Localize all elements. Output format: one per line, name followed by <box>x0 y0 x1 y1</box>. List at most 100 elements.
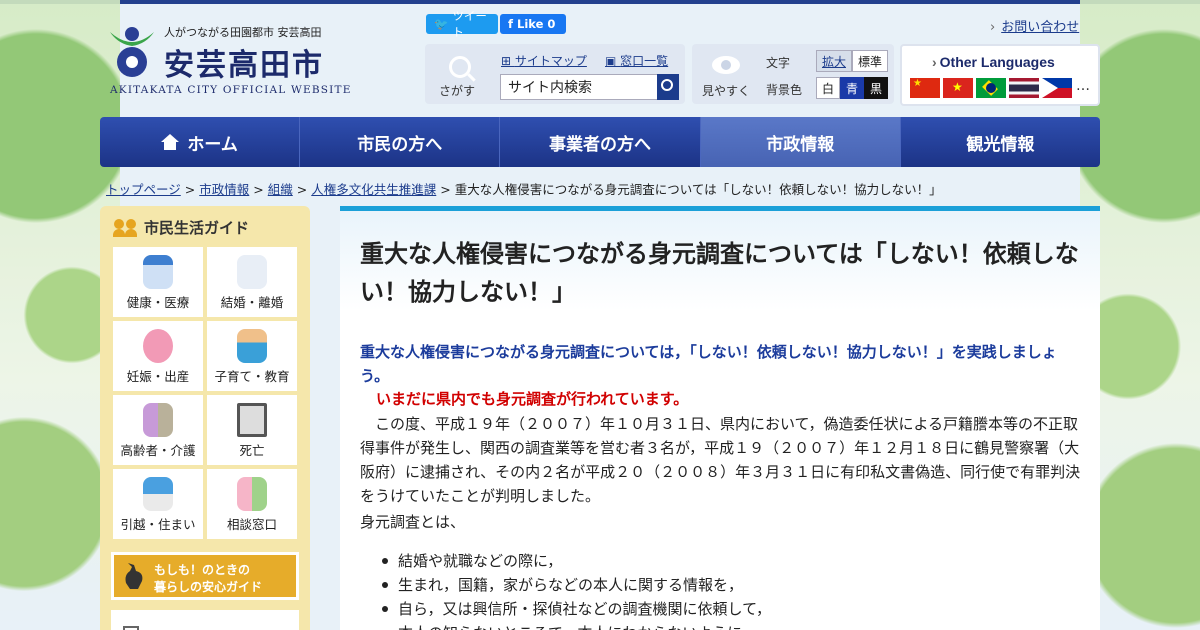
guide-death-label: 死亡 <box>239 443 265 458</box>
definition-label: 身元調査とは、 <box>360 513 466 531</box>
guide-consultation[interactable]: 相談窓口 <box>207 469 297 539</box>
body-paragraph: この度、平成１９年（２００７）年１０月３１日、県内において，偽造委任状による戸籍… <box>360 415 1081 505</box>
life-guide-heading-text: 市民生活ガイド <box>144 219 250 237</box>
breadcrumb-current: 重大な人権侵害につながる身元調査については「しない！依頼しない！協力しない！」 <box>454 182 942 197</box>
alert-text: いまだに県内でも身元調査が行われています。 <box>376 390 689 408</box>
background-color-label: 背景色 <box>766 83 803 97</box>
top-rule <box>0 0 1200 4</box>
twitter-icon: 🐦 <box>434 17 449 31</box>
guide-elderly-label: 高齢者・介護 <box>120 443 196 458</box>
bg-black-button[interactable]: 黒 <box>864 77 888 99</box>
emergency-guide-line2: 暮らしの安心ガイド <box>154 580 263 594</box>
main-content: 重大な人権侵害につながる身元調査については「しない！依頼しない！協力しない！」 … <box>340 206 1100 630</box>
facebook-icon: f <box>508 17 514 31</box>
list-item: 生まれ，国籍，家がらなどの本人に関する情報を， <box>380 573 1080 597</box>
list-item: 本人の知らないところで，本人にわからないように， <box>380 621 1080 630</box>
counter-label: 窓口一覧 <box>620 54 669 68</box>
emergency-guide-banner[interactable]: もしも！のときの 暮らしの安心ガイド <box>111 552 299 600</box>
facebook-like-button[interactable]: f Like 0 <box>500 14 566 34</box>
guide-health-label: 健康・医療 <box>126 295 190 310</box>
definition-list: 結婚や就職などの際に， 生まれ，国籍，家がらなどの本人に関する情報を， 自ら，又… <box>380 549 1080 630</box>
people-icon <box>113 218 138 237</box>
breadcrumb-separator: > <box>253 182 264 197</box>
guide-moving-label: 引越・住まい <box>120 517 196 532</box>
other-languages-panel: Other Languages … <box>900 44 1100 106</box>
life-guide-heading: 市民生活ガイド <box>113 217 250 238</box>
list-item: 結婚や就職などの際に， <box>380 549 1080 573</box>
breadcrumb-city-info[interactable]: 市政情報 <box>199 182 249 197</box>
global-nav: ホーム 市民の方へ 事業者の方へ 市政情報 観光情報 <box>100 117 1100 167</box>
child-playing-icon <box>237 329 267 363</box>
nav-home[interactable]: ホーム <box>100 117 301 167</box>
guide-marriage[interactable]: 結婚・離婚 <box>207 247 297 317</box>
text-standard-button[interactable]: 標準 <box>852 50 888 72</box>
guide-pregnancy-label: 妊娠・出産 <box>126 369 190 384</box>
nav-tourism[interactable]: 観光情報 <box>901 117 1100 167</box>
search-icon <box>449 56 471 78</box>
breadcrumb-top[interactable]: トップページ <box>106 182 181 197</box>
site-title-en: AKITAKATA CITY OFFICIAL WEBSITE <box>110 84 352 96</box>
guide-consultation-label: 相談窓口 <box>226 517 277 532</box>
elderly-couple-icon <box>143 403 173 437</box>
life-guide-grid: 健康・医療 結婚・離婚 妊娠・出産 子育て・教育 高齢者・介護 死亡 引越・住ま… <box>113 247 297 539</box>
nav-businesses[interactable]: 事業者の方へ <box>500 117 701 167</box>
tweet-button[interactable]: 🐦 ツイート <box>426 9 498 39</box>
sitemap-label: サイトマップ <box>514 54 587 68</box>
guide-pregnancy[interactable]: 妊娠・出産 <box>113 321 203 391</box>
nav-home-label: ホーム <box>187 134 238 155</box>
guide-death[interactable]: 死亡 <box>207 395 297 465</box>
guide-marriage-label: 結婚・離婚 <box>220 295 284 310</box>
guide-childcare[interactable]: 子育て・教育 <box>207 321 297 391</box>
list-item: 自ら，又は興信所・探偵社などの調査機関に依頼して， <box>380 597 1080 621</box>
document-icon <box>123 626 139 630</box>
text-expand-button[interactable]: 拡大 <box>816 50 852 72</box>
counter-list-link[interactable]: ▣ 窓口一覧 <box>605 52 668 69</box>
breadcrumb-separator: > <box>440 182 451 197</box>
contact-link[interactable]: お問い合わせ <box>990 16 1079 35</box>
site-logo[interactable]: 人がつながる田園都市 安芸高田 安芸高田市 AKITAKATA CITY OFF… <box>106 20 350 100</box>
text-size-label: 文字 <box>766 56 791 70</box>
emergency-guide-line1: もしも！のときの <box>154 563 251 577</box>
search-input[interactable] <box>500 74 658 100</box>
search-label: さがす <box>439 84 476 98</box>
guide-moving[interactable]: 引越・住まい <box>113 469 203 539</box>
search-panel: さがす ⊞ サイトマップ ▣ 窓口一覧 <box>425 44 685 104</box>
search-submit-button[interactable] <box>657 74 679 100</box>
vietnam-flag-icon[interactable] <box>943 78 973 98</box>
lead-text: 重大な人権侵害につながる身元調査については，「しない！依頼しない！協力しない！」… <box>360 343 1057 385</box>
other-languages-link[interactable]: Other Languages <box>932 54 1055 70</box>
consultation-icon <box>237 477 267 511</box>
philippines-flag-icon[interactable] <box>1042 78 1072 98</box>
breadcrumb-separator: > <box>296 182 308 197</box>
thailand-flag-icon[interactable] <box>1009 78 1039 98</box>
guide-childcare-label: 子育て・教育 <box>214 369 290 384</box>
guide-health[interactable]: 健康・医療 <box>113 247 203 317</box>
tweet-label: ツイート <box>452 9 487 39</box>
site-tagline: 人がつながる田園都市 安芸高田 <box>164 26 322 39</box>
site-title: 安芸高田市 <box>164 48 324 83</box>
life-guide-sidebar: 市民生活ガイド 健康・医療 結婚・離婚 妊娠・出産 子育て・教育 高齢者・介護 … <box>100 206 310 630</box>
rooster-icon <box>125 563 143 589</box>
guide-elderly[interactable]: 高齢者・介護 <box>113 395 203 465</box>
nav-residents[interactable]: 市民の方へ <box>300 117 501 167</box>
sitemap-link[interactable]: ⊞ サイトマップ <box>501 52 587 69</box>
bg-blue-button[interactable]: 青 <box>840 77 864 99</box>
nav-city-info[interactable]: 市政情報 <box>700 117 901 167</box>
hospital-icon <box>143 255 173 289</box>
counter-icon: ▣ <box>605 54 621 68</box>
portrait-frame-icon <box>237 403 267 437</box>
home-icon <box>161 134 180 150</box>
page-title: 重大な人権侵害につながる身元調査については「しない！依頼しない！協力しない！」 <box>360 240 1079 306</box>
moving-truck-icon <box>143 477 173 511</box>
like-label: Like 0 <box>517 17 556 31</box>
eye-icon <box>712 56 740 74</box>
brazil-flag-icon[interactable] <box>976 78 1006 98</box>
china-flag-icon[interactable] <box>910 78 940 98</box>
breadcrumb-department[interactable]: 人権多文化共生推進課 <box>311 182 436 197</box>
more-languages-button[interactable]: … <box>1076 78 1090 94</box>
breadcrumb-organization[interactable]: 組織 <box>268 182 293 197</box>
accessibility-panel: 見やすく 文字 拡大 標準 背景色 白 青 黒 <box>692 44 894 104</box>
breadcrumb-separator: > <box>184 182 196 197</box>
sidebar-secondary-box[interactable] <box>111 610 299 630</box>
bg-white-button[interactable]: 白 <box>816 77 840 99</box>
